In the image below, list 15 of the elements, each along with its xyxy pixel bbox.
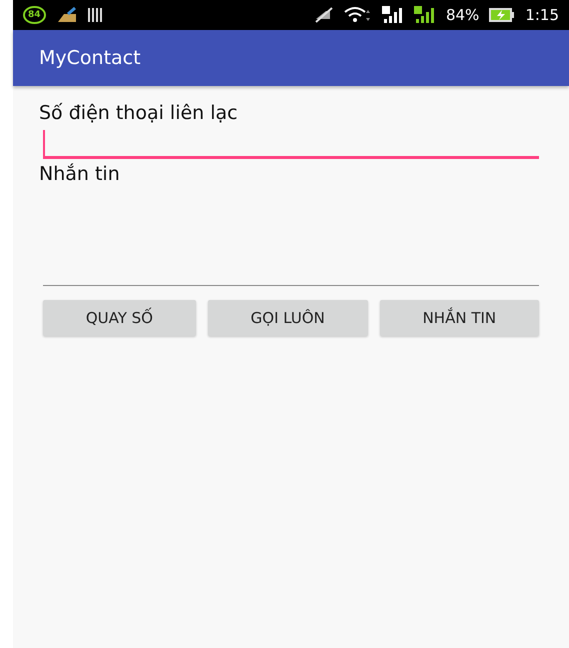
battery-icon	[489, 8, 516, 22]
action-button[interactable]: GỌI LUÔN	[208, 300, 368, 336]
notification-badge: 84	[23, 6, 46, 24]
broom-icon	[56, 7, 78, 23]
wifi-icon	[344, 6, 372, 24]
battery-percent: 84%	[446, 6, 480, 24]
signal-icon	[414, 6, 436, 24]
action-button[interactable]: NHẮN TIN	[380, 300, 539, 336]
clock: 1:15	[525, 6, 559, 24]
field-label: Số điện thoại liên lạc	[39, 102, 239, 124]
signal-icon	[382, 6, 404, 24]
barcode-icon	[88, 8, 104, 22]
app-title: MyContact	[39, 47, 141, 69]
action-button[interactable]: QUAY SỐ	[43, 300, 196, 336]
field-label: Nhắn tin	[39, 163, 121, 185]
